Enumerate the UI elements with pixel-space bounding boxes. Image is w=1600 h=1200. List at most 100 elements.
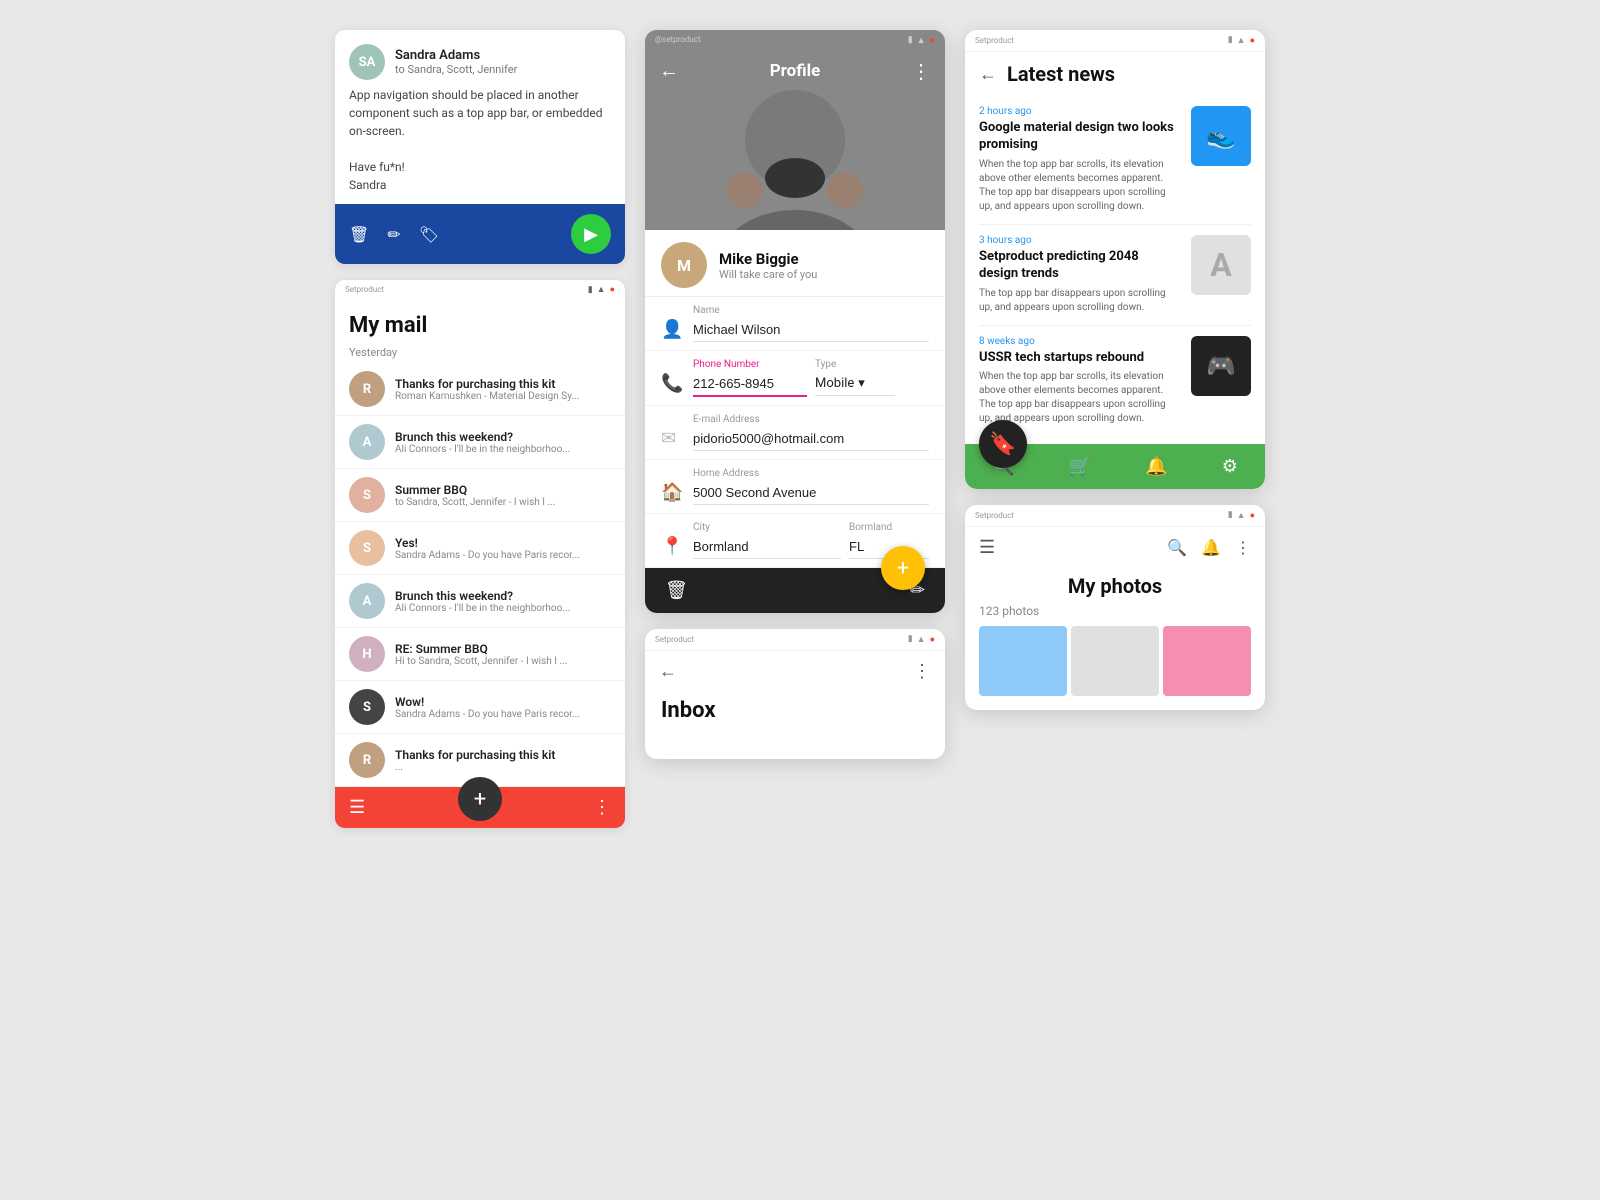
profile-wifi: ▲	[917, 35, 926, 46]
chevron-down-icon: ▾	[858, 376, 865, 391]
photos-nav-bar: ☰ 🔍 🔔 ⋮	[965, 527, 1265, 568]
photos-card: Setproduct ▮ ▲ ● ☰ 🔍 🔔 ⋮ My photos 123 p…	[965, 505, 1265, 710]
news-brand: Setproduct	[975, 36, 1014, 45]
email-input[interactable]	[693, 427, 929, 451]
profile-user-subtitle: Will take care of you	[719, 268, 817, 281]
state-label: Bormland	[849, 522, 929, 533]
more-vert-icon[interactable]: ⋮	[911, 59, 931, 83]
email-field: E-mail Address	[693, 414, 929, 451]
photos-brand: Setproduct	[975, 511, 1014, 520]
mail-content-0: Thanks for purchasing this kit Roman Kam…	[395, 377, 579, 402]
profile-user-name: Mike Biggie	[719, 250, 817, 268]
mail-item-0[interactable]: R Thanks for purchasing this kit Roman K…	[335, 363, 625, 416]
photos-wifi: ▲	[1237, 510, 1246, 521]
inbox-nav-bar: ← ⋮	[645, 651, 945, 692]
news-thumb-icon-2: 🎮	[1206, 352, 1236, 380]
sender-name: Sandra Adams	[395, 48, 517, 63]
back-arrow-icon[interactable]: ←	[659, 58, 679, 83]
news-cart-icon[interactable]: 🛒	[1069, 456, 1091, 477]
inbox-battery: ▮	[908, 634, 913, 645]
profile-bg: @setproduct ▮ ▲ ● ← Profile ⋮	[645, 30, 945, 230]
add-icon: +	[474, 787, 486, 812]
mail-item-4[interactable]: A Brunch this weekend? Ali Connors - I'l…	[335, 575, 625, 628]
status-bar: Setproduct ▮ ▲ ●	[335, 280, 625, 299]
email-top-card: SA Sandra Adams to Sandra, Scott, Jennif…	[335, 30, 625, 264]
profile-nav: ← Profile ⋮	[645, 48, 945, 93]
email-icon: ✉	[661, 414, 681, 449]
photo-thumb-1[interactable]	[1071, 626, 1159, 696]
add-fab-button[interactable]: +	[458, 777, 502, 821]
mail-item-2[interactable]: S Summer BBQ to Sandra, Scott, Jennifer …	[335, 469, 625, 522]
profile-card: @setproduct ▮ ▲ ● ← Profile ⋮	[645, 30, 945, 613]
news-text-0: 2 hours ago Google material design two l…	[979, 106, 1181, 214]
photo-thumb-0[interactable]	[979, 626, 1067, 696]
inbox-wifi: ▲	[917, 634, 926, 645]
phone-input[interactable]	[693, 372, 807, 397]
mail-item-3[interactable]: S Yes! Sandra Adams - Do you have Paris …	[335, 522, 625, 575]
photos-more-icon[interactable]: ⋮	[1235, 538, 1251, 557]
news-thumb-icon-0: 👟	[1206, 122, 1236, 150]
send-button[interactable]: ▶	[571, 214, 611, 254]
action-icons: 🗑 ✏ 🏷	[349, 225, 439, 244]
signal-icon: ●	[610, 284, 615, 295]
news-settings-icon[interactable]: ⚙	[1222, 456, 1238, 477]
mail-content-3: Yes! Sandra Adams - Do you have Paris re…	[395, 536, 580, 561]
more-icon[interactable]: ⋮	[593, 797, 611, 818]
mail-item-5[interactable]: H RE: Summer BBQ Hi to Sandra, Scott, Je…	[335, 628, 625, 681]
news-title: Latest news	[1007, 62, 1115, 86]
mail-item-6[interactable]: S Wow! Sandra Adams - Do you have Paris …	[335, 681, 625, 734]
my-mail-title: My mail	[349, 313, 611, 338]
mail-section-label: Yesterday	[335, 338, 625, 363]
mail-subject-6: Wow!	[395, 695, 580, 709]
news-battery: ▮	[1228, 35, 1233, 46]
name-input[interactable]	[693, 318, 929, 342]
news-thumb-1: A	[1191, 235, 1251, 295]
mail-item-1[interactable]: A Brunch this weekend? Ali Connors - I'l…	[335, 416, 625, 469]
add-fab-icon: +	[897, 556, 909, 581]
mail-avatar-4: A	[349, 583, 385, 619]
edit-icon[interactable]: ✏	[387, 225, 400, 244]
photos-menu-icon[interactable]: ☰	[979, 537, 995, 558]
photos-status-icons: ▮ ▲ ●	[1228, 510, 1255, 521]
news-thumb-2: 🎮	[1191, 336, 1251, 396]
mail-avatar-3: S	[349, 530, 385, 566]
news-text-2: 8 weeks ago USSR tech startups rebound W…	[979, 336, 1181, 427]
photos-battery: ▮	[1228, 510, 1233, 521]
mail-subject-4: Brunch this weekend?	[395, 589, 570, 603]
news-list: 2 hours ago Google material design two l…	[965, 96, 1265, 436]
sender-avatar: SA	[349, 44, 385, 80]
profile-avatar: M	[661, 242, 707, 288]
news-back-icon[interactable]: ←	[979, 64, 997, 85]
email-label: E-mail Address	[693, 414, 929, 425]
photos-count: 123 photos	[965, 604, 1265, 626]
inbox-card: Setproduct ▮ ▲ ● ← ⋮ Inbox	[645, 629, 945, 759]
mail-subject-7: Thanks for purchasing this kit	[395, 748, 555, 762]
inbox-back-arrow[interactable]: ←	[659, 661, 677, 682]
photos-bell-icon[interactable]: 🔔	[1201, 538, 1221, 557]
photos-grid	[965, 626, 1265, 710]
type-field: Type Mobile ▾	[815, 359, 929, 397]
photo-thumb-2[interactable]	[1163, 626, 1251, 696]
city-input[interactable]	[693, 535, 841, 559]
address-input[interactable]	[693, 481, 929, 505]
right-column: Setproduct ▮ ▲ ● ← Latest news 2 hours a…	[965, 30, 1265, 710]
news-bell-icon[interactable]: 🔔	[1145, 456, 1167, 477]
inbox-more-icon[interactable]: ⋮	[913, 661, 931, 682]
mail-avatar-2: S	[349, 477, 385, 513]
delete-icon[interactable]: 🗑	[349, 225, 369, 244]
type-select[interactable]: Mobile ▾	[815, 372, 895, 396]
menu-icon[interactable]: ☰	[349, 797, 365, 818]
label-icon[interactable]: 🏷	[419, 225, 439, 244]
profile-fab-button[interactable]: +	[881, 546, 925, 590]
profile-cover: @setproduct ▮ ▲ ● ← Profile ⋮	[645, 30, 945, 230]
photos-search-icon[interactable]: 🔍	[1167, 538, 1187, 557]
photos-status-bar: Setproduct ▮ ▲ ●	[965, 505, 1265, 527]
news-body-1: The top app bar disappears upon scrollin…	[979, 287, 1181, 315]
mail-content-1: Brunch this weekend? Ali Connors - I'll …	[395, 430, 570, 455]
brand-label: Setproduct	[345, 285, 384, 294]
profile-brand: @setproduct	[655, 35, 701, 46]
delete-bottom-icon[interactable]: 🗑	[665, 580, 688, 601]
profile-fields: 👤 Name 📞 Phone Number Type	[645, 297, 945, 568]
city-field: City	[693, 522, 841, 559]
news-card: Setproduct ▮ ▲ ● ← Latest news 2 hours a…	[965, 30, 1265, 489]
